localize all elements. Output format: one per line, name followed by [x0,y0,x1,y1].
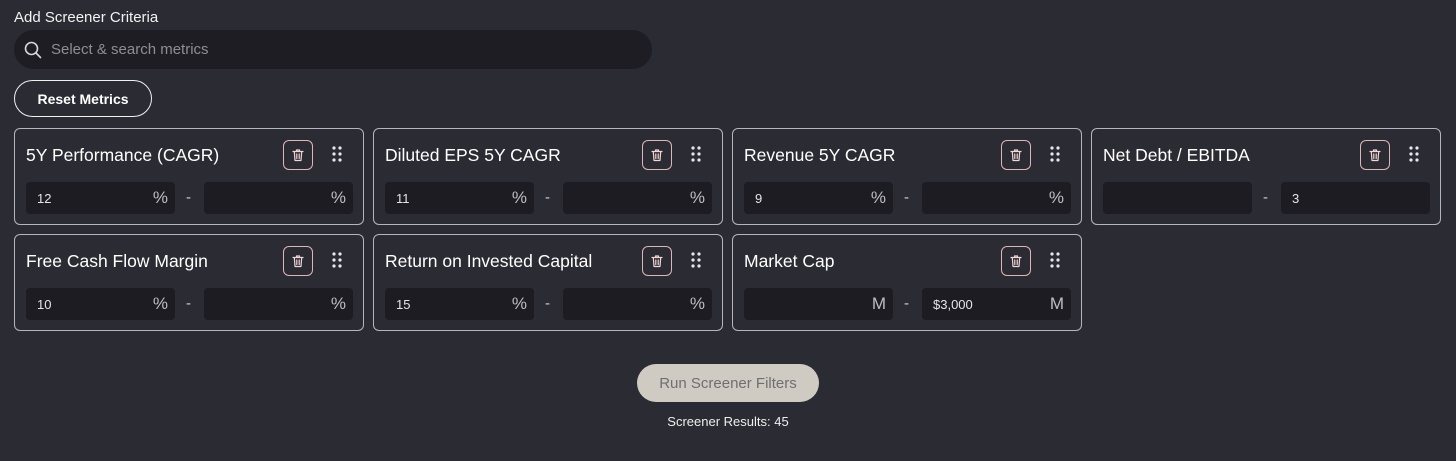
drag-handle-icon[interactable] [688,250,704,270]
metric-card-title: Market Cap [744,251,835,271]
metric-search-input[interactable] [51,30,652,69]
min-value-field[interactable]: % [385,288,534,320]
trash-icon [292,255,304,268]
section-heading: Add Screener Criteria [14,9,159,26]
metric-card-title: Net Debt / EBITDA [1103,145,1250,165]
range-separator: - [545,295,550,312]
max-value-input[interactable] [922,288,1050,320]
metric-card-title: Free Cash Flow Margin [26,251,208,271]
trash-icon [1010,255,1022,268]
unit-label: % [511,294,527,313]
screener-results-count: Screener Results: 45 [667,414,789,429]
range-separator: - [186,189,191,206]
metric-card-fcf-margin: Free Cash Flow Margin % - % [14,234,364,331]
min-value-input[interactable] [26,182,153,214]
max-value-field[interactable]: % [204,288,353,320]
max-value-field[interactable] [1281,182,1430,214]
min-value-input[interactable] [385,288,512,320]
max-value-input[interactable] [204,288,331,320]
max-value-input[interactable] [204,182,331,214]
unit-label: M [871,294,886,313]
trash-icon [651,149,663,162]
delete-metric-button[interactable] [642,246,672,276]
trash-icon [1369,149,1381,162]
min-value-input[interactable] [385,182,512,214]
unit-label: % [870,188,886,207]
drag-handle-icon[interactable] [329,250,345,270]
drag-handle-icon[interactable] [1047,144,1063,164]
delete-metric-button[interactable] [283,246,313,276]
metric-card-roic: Return on Invested Capital % - % [373,234,723,331]
min-value-field[interactable] [1103,182,1252,214]
max-value-input[interactable] [922,182,1049,214]
reset-metrics-button[interactable]: Reset Metrics [14,80,152,117]
min-value-input[interactable] [744,182,871,214]
unit-label: % [689,188,705,207]
max-value-field[interactable]: % [922,182,1071,214]
min-value-field[interactable]: % [385,182,534,214]
metric-card-title: Return on Invested Capital [385,251,593,271]
metric-card-title: Revenue 5Y CAGR [744,145,896,165]
min-value-input[interactable] [1103,182,1245,214]
unit-label: % [330,188,346,207]
range-separator: - [1263,189,1268,206]
drag-handle-icon[interactable] [1406,144,1422,164]
delete-metric-button[interactable] [1001,140,1031,170]
range-separator: - [904,295,909,312]
delete-metric-button[interactable] [283,140,313,170]
delete-metric-button[interactable] [1001,246,1031,276]
metric-card-revenue-cagr: Revenue 5Y CAGR % - % [732,128,1082,225]
delete-metric-button[interactable] [1360,140,1390,170]
trash-icon [292,149,304,162]
metric-card-5y-performance: 5Y Performance (CAGR) % - % [14,128,364,225]
drag-handle-icon[interactable] [688,144,704,164]
unit-label: M [1049,294,1064,313]
unit-label: % [152,294,168,313]
max-value-field[interactable]: % [563,288,712,320]
range-separator: - [545,189,550,206]
max-value-input[interactable] [563,288,690,320]
unit-label: % [511,188,527,207]
max-value-field[interactable]: M [922,288,1071,320]
min-value-field[interactable]: M [744,288,893,320]
metric-search-bar[interactable] [14,30,652,69]
range-separator: - [904,189,909,206]
range-separator: - [186,295,191,312]
drag-handle-icon[interactable] [1047,250,1063,270]
run-screener-button[interactable]: Run Screener Filters [637,364,819,402]
min-value-field[interactable]: % [26,182,175,214]
unit-label: % [152,188,168,207]
min-value-input[interactable] [744,288,872,320]
search-icon [24,41,42,59]
min-value-field[interactable]: % [744,182,893,214]
max-value-field[interactable]: % [204,182,353,214]
metric-card-market-cap: Market Cap M - M [732,234,1082,331]
unit-label: % [1048,188,1064,207]
delete-metric-button[interactable] [642,140,672,170]
metric-card-title: 5Y Performance (CAGR) [26,145,220,165]
unit-label: % [330,294,346,313]
max-value-input[interactable] [1281,182,1423,214]
max-value-input[interactable] [563,182,690,214]
metric-card-title: Diluted EPS 5Y CAGR [385,145,561,165]
metric-card-diluted-eps: Diluted EPS 5Y CAGR % - % [373,128,723,225]
trash-icon [651,255,663,268]
min-value-input[interactable] [26,288,153,320]
drag-handle-icon[interactable] [329,144,345,164]
metric-card-net-debt-ebitda: Net Debt / EBITDA - [1091,128,1441,225]
unit-label: % [689,294,705,313]
max-value-field[interactable]: % [563,182,712,214]
trash-icon [1010,149,1022,162]
min-value-field[interactable]: % [26,288,175,320]
